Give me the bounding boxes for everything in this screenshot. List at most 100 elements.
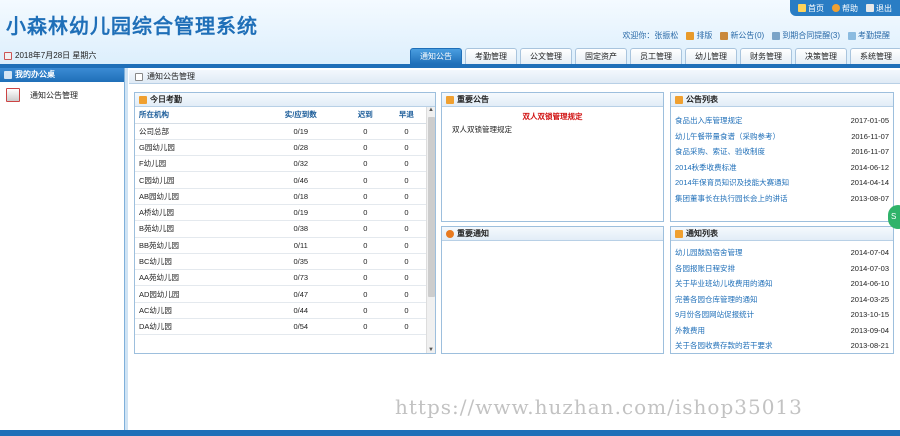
tab-system[interactable]: 系统管理	[850, 48, 900, 64]
tab-staff[interactable]: 员工管理	[630, 48, 682, 64]
tab-documents[interactable]: 公文管理	[520, 48, 572, 64]
layout-icon	[686, 31, 695, 40]
list-item-title[interactable]: 关于各园收费存款的若干要求	[675, 338, 773, 354]
notice-list-panel: 公告列表 食品出入库管理规定 2017-01-05 幼儿午餐带量食谱（采购参考） 20…	[670, 92, 894, 222]
col-early: 早退	[385, 107, 427, 124]
attendance-reminder-link[interactable]: 考勤提醒	[848, 30, 890, 41]
important-notify-panel: 重要通知	[441, 226, 664, 354]
table-cell: 0	[344, 171, 386, 189]
list-item-date: 2014-06-12	[850, 162, 889, 172]
calendar-icon	[4, 51, 12, 60]
table-cell: 0	[385, 269, 427, 287]
table-cell: 0	[385, 302, 427, 320]
list-item[interactable]: 各园报账日程安排 2014-07-03	[671, 261, 893, 277]
home-icon	[798, 4, 806, 12]
list-item[interactable]: 食品采购、索证、验收制度 2016-11-07	[671, 144, 893, 160]
table-row: 公司总部 0/19 0 0	[135, 123, 427, 140]
notice-headline[interactable]: 双人双锁管理规定	[442, 111, 663, 122]
list-item[interactable]: 幼儿园鼓励宿舍管理 2014-07-04	[671, 245, 893, 261]
important-notice-header: 重要公告	[442, 93, 663, 107]
table-cell: 0	[344, 285, 386, 303]
table-cell: 0	[344, 237, 386, 254]
table-cell: 0	[344, 204, 386, 222]
table-cell: 0	[344, 302, 386, 320]
table-cell: 0	[385, 188, 427, 205]
tab-children[interactable]: 幼儿管理	[685, 48, 737, 64]
list-item-date: 2017-01-05	[850, 116, 889, 125]
list-item-title[interactable]: 幼儿午餐带量食谱（采购参考）	[675, 129, 780, 145]
attendance-table: 所在机构 实/应到数 迟到 早退 公司总部 0/19 0 0 G园幼儿园 0/28 0 0 F幼…	[135, 107, 427, 336]
table-cell: DA幼儿园	[135, 318, 257, 336]
tab-decision[interactable]: 决策管理	[795, 48, 847, 64]
home-icon	[139, 95, 147, 104]
table-cell: AC幼儿园	[135, 302, 257, 320]
scroll-up-arrow[interactable]: ▲	[427, 107, 435, 113]
table-cell: 0	[385, 171, 427, 189]
table-cell: 0	[344, 220, 386, 238]
list-item[interactable]: 关于毕业班幼儿收费用的通知 2014-06-10	[671, 276, 893, 292]
contract-reminder-link[interactable]: 到期合同提醒(3)	[772, 30, 840, 41]
tab-attendance[interactable]: 考勤管理	[465, 48, 517, 64]
attendance-panel-header: 今日考勤	[135, 93, 435, 107]
list-item[interactable]: 9月份各园网站促报统计 2013-10-15	[671, 307, 893, 323]
col-present: 实/应到数	[256, 107, 345, 124]
list-item[interactable]: 幼儿午餐带量食谱（采购参考） 2016-11-07	[671, 129, 893, 145]
tab-notice[interactable]: 通知公告	[410, 48, 462, 64]
list-item-title[interactable]: 完善各园仓库管理的通知	[675, 292, 758, 308]
exit-link[interactable]: 退出	[866, 3, 892, 14]
list-item-title[interactable]: 集团董事长在执行园长会上的讲话	[675, 191, 788, 207]
col-late: 迟到	[344, 107, 386, 124]
table-cell: BC幼儿园	[135, 253, 257, 271]
list-item[interactable]: 2014秋季收费标准 2014-06-12	[671, 160, 893, 176]
new-notice-link[interactable]: 新公告(0)	[720, 30, 764, 41]
table-cell: 0	[385, 139, 427, 157]
list-item[interactable]: 关于各园收费存款的若干要求 2013-08-21	[671, 338, 893, 354]
side-float-button[interactable]: S	[888, 205, 900, 229]
help-link[interactable]: 帮助	[832, 3, 858, 14]
list-item[interactable]: 完善各园仓库管理的通知 2014-03-25	[671, 292, 893, 308]
important-notify-header: 重要通知	[442, 227, 663, 241]
table-cell: 0	[344, 139, 386, 157]
table-row: BB苑幼儿园 0/11 0 0	[135, 237, 427, 254]
attendance-panel: 今日考勤 所在机构 实/应到数 迟到 早退 公司总部 0/19 0 0 G园幼儿园 0/2…	[134, 92, 436, 354]
list-item[interactable]: 外教费用 2013-09-04	[671, 323, 893, 339]
table-cell: 0	[344, 123, 386, 140]
main-tabs: 通知公告 考勤管理 公文管理 固定资产 员工管理 幼儿管理 财务管理 决策管理 …	[410, 48, 900, 64]
list-item[interactable]: 食品出入库管理规定 2017-01-05	[671, 113, 893, 129]
list-item-title[interactable]: 食品采购、索证、验收制度	[675, 144, 765, 160]
table-cell: 0/54	[256, 318, 345, 336]
list-item-title[interactable]: 食品出入库管理规定	[675, 113, 743, 129]
list-item-title[interactable]: 2014年保育员知识及技能大赛通知	[675, 175, 789, 191]
table-cell: G园幼儿园	[135, 139, 257, 157]
notice-body: 双人双锁管理规定	[452, 125, 512, 134]
layout-link[interactable]: 排版	[686, 30, 712, 41]
home-icon	[675, 95, 683, 104]
list-item-title[interactable]: 2014秋季收费标准	[675, 160, 737, 176]
list-item[interactable]: 2014年保育员知识及技能大赛通知 2014-04-14	[671, 175, 893, 191]
home-link[interactable]: 首页	[798, 3, 824, 14]
list-item-title[interactable]: 幼儿园鼓励宿舍管理	[675, 245, 743, 261]
list-item-title[interactable]: 各园报账日程安排	[675, 261, 735, 277]
table-cell: C园幼儿园	[135, 171, 257, 189]
table-cell: AA苑幼儿园	[135, 269, 257, 287]
sidebar-item-notice-manage[interactable]: 通知公告管理	[0, 82, 124, 108]
tab-finance[interactable]: 财务管理	[740, 48, 792, 64]
table-cell: 0	[385, 204, 427, 222]
table-row: A桥幼儿园 0/19 0 0	[135, 204, 427, 222]
table-cell: AD园幼儿园	[135, 285, 257, 303]
nav-strip	[0, 64, 900, 68]
list-item[interactable]: 集团董事长在执行园长会上的讲话 2013-08-07	[671, 191, 893, 207]
list-item-title[interactable]: 9月份各园网站促报统计	[675, 307, 754, 323]
list-item-title[interactable]: 关于毕业班幼儿收费用的通知	[675, 276, 773, 292]
scroll-down-arrow[interactable]: ▼	[427, 347, 435, 353]
contract-icon	[772, 31, 781, 40]
table-cell: 0/18	[256, 188, 345, 205]
exit-icon	[866, 4, 874, 12]
list-item-title[interactable]: 外教费用	[675, 323, 705, 339]
notify-list-header: 通知列表	[671, 227, 893, 241]
table-cell: 0/35	[256, 253, 345, 271]
table-cell: 0/19	[256, 123, 345, 140]
attendance-scrollbar[interactable]: ▲ ▼	[426, 107, 435, 353]
tab-assets[interactable]: 固定资产	[575, 48, 627, 64]
scroll-thumb[interactable]	[428, 117, 435, 297]
